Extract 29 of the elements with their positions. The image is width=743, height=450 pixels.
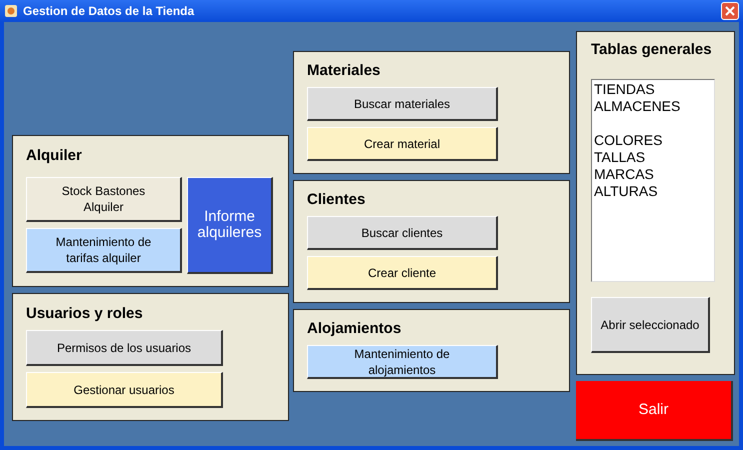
list-item[interactable]: ALTURAS xyxy=(594,183,712,200)
action-button[interactable]: Crear material xyxy=(307,127,498,161)
action-button[interactable]: Buscar materiales xyxy=(307,87,498,121)
tables-list[interactable]: TIENDAS ALMACENES COLORES TALLAS MARCAS ALTURAS xyxy=(591,79,715,282)
action-button[interactable]: Mantenimiento de alojamientos xyxy=(307,345,498,379)
list-item[interactable]: TIENDAS xyxy=(594,81,712,98)
action-button[interactable]: Gestionar usuarios xyxy=(26,372,223,408)
action-button[interactable]: Crear cliente xyxy=(307,256,498,290)
section-title: Usuarios y roles xyxy=(26,304,144,324)
section-title: Materiales xyxy=(307,61,382,81)
action-button[interactable]: Permisos de los usuarios xyxy=(26,330,223,366)
list-item[interactable]: MARCAS xyxy=(594,166,712,183)
section-title: Alojamientos xyxy=(307,319,402,339)
list-item[interactable]: COLORES xyxy=(594,132,712,149)
close-icon xyxy=(725,6,735,16)
exit-button[interactable]: Salir xyxy=(576,381,733,441)
action-button[interactable]: Informe alquileres xyxy=(187,177,273,274)
action-button[interactable]: Mantenimiento de tarifas alquiler xyxy=(26,228,182,273)
close-button[interactable] xyxy=(721,2,739,20)
section-title: Alquiler xyxy=(26,146,83,166)
action-button[interactable]: Buscar clientes xyxy=(307,216,498,250)
panel-title: Tablas generales xyxy=(591,40,713,60)
list-item[interactable]: ALMACENES xyxy=(594,98,712,115)
action-button[interactable]: Stock Bastones Alquiler xyxy=(26,177,182,222)
window-title: Gestion de Datos de la Tienda xyxy=(23,3,196,20)
section-title: Clientes xyxy=(307,190,366,210)
app-icon xyxy=(4,4,18,18)
open-button[interactable]: Abrir seleccionado xyxy=(591,297,710,353)
list-item[interactable]: TALLAS xyxy=(594,149,712,166)
